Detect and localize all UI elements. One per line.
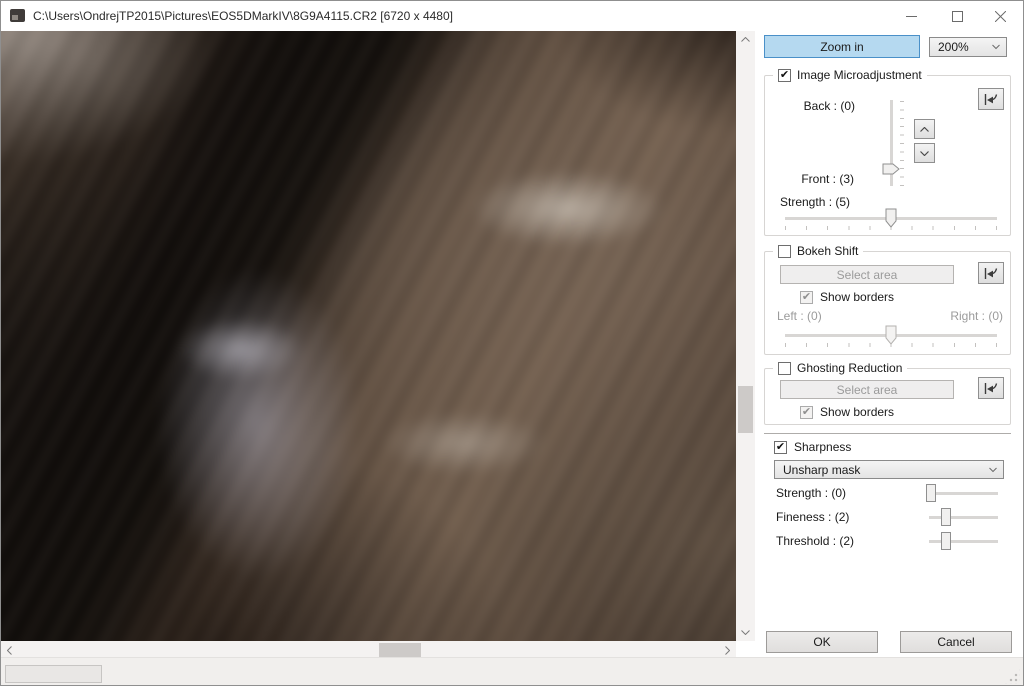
- sharpness-strength-slider[interactable]: [929, 492, 998, 495]
- ghosting-reduction-checkbox[interactable]: [778, 362, 791, 375]
- ghosting-reduction-group: Ghosting Reduction Select area ✔ Show bo…: [764, 368, 1011, 425]
- image-microadjustment-group: ✔ Image Microadjustment Back : (0): [764, 75, 1011, 236]
- sharpness-checkbox[interactable]: ✔: [774, 441, 787, 454]
- zoom-in-label: Zoom in: [820, 40, 863, 54]
- bokeh-show-borders-checkbox[interactable]: ✔: [800, 291, 813, 304]
- horizontal-scroll-thumb[interactable]: [379, 643, 421, 657]
- bokeh-left-label: Left : (0): [777, 309, 822, 323]
- back-value-label: Back : (0): [765, 99, 855, 113]
- microadjustment-reset-button[interactable]: [978, 88, 1004, 110]
- chevron-down-icon: [992, 45, 1000, 50]
- front-value-label: Front : (3): [765, 172, 854, 186]
- chevron-down-icon: [741, 630, 750, 635]
- vertical-scrollbar[interactable]: [736, 31, 755, 641]
- window-title: C:\Users\OndrejTP2015\Pictures\EOS5DMark…: [33, 9, 453, 23]
- ghosting-reduction-label: Ghosting Reduction: [797, 361, 902, 375]
- scroll-up-button[interactable]: [736, 31, 755, 48]
- image-microadjustment-checkbox[interactable]: ✔: [778, 69, 791, 82]
- status-bar: [1, 657, 1023, 686]
- sharpness-threshold-thumb[interactable]: [941, 532, 951, 550]
- chevron-right-icon: [725, 646, 730, 655]
- maximize-button[interactable]: [940, 1, 974, 31]
- adjust-down-button[interactable]: [914, 143, 935, 163]
- photo-bark-texture: [1, 31, 736, 641]
- zoom-level-select[interactable]: 200%: [929, 37, 1007, 57]
- image-preview[interactable]: [1, 31, 736, 641]
- sharpness-method-select[interactable]: Unsharp mask: [774, 460, 1004, 479]
- bokeh-reset-button[interactable]: [978, 262, 1004, 284]
- minimize-button[interactable]: [894, 1, 928, 31]
- ghosting-show-borders-checkbox[interactable]: ✔: [800, 406, 813, 419]
- sharpness-strength-label: Strength : (0): [776, 486, 846, 500]
- select-area-label: Select area: [837, 268, 898, 282]
- sharpness-strength-thumb[interactable]: [926, 484, 936, 502]
- sharpness-fineness-slider[interactable]: [929, 516, 998, 519]
- ghosting-show-borders-label: Show borders: [820, 405, 894, 419]
- app-icon: [10, 9, 25, 22]
- bokeh-shift-label: Bokeh Shift: [797, 244, 858, 258]
- progress-indicator: [5, 665, 102, 683]
- close-icon: [995, 11, 1006, 22]
- zoom-level-value: 200%: [938, 40, 969, 54]
- cancel-label: Cancel: [937, 635, 974, 649]
- ghosting-select-area-button[interactable]: Select area: [780, 380, 954, 399]
- vertical-scroll-thumb[interactable]: [738, 386, 753, 433]
- sharpness-fineness-label: Fineness : (2): [776, 510, 849, 524]
- titlebar: C:\Users\OndrejTP2015\Pictures\EOS5DMark…: [1, 1, 1023, 31]
- zoom-in-button[interactable]: Zoom in: [764, 35, 920, 58]
- ok-button[interactable]: OK: [766, 631, 878, 653]
- close-button[interactable]: [983, 1, 1017, 31]
- adjustment-panel: Zoom in 200% ✔ Image Microadjustment Bac…: [755, 31, 1024, 657]
- sharpness-label: Sharpness: [794, 440, 851, 454]
- front-back-slider-ticks: [900, 101, 904, 186]
- microadjustment-strength-thumb[interactable]: [885, 208, 897, 228]
- bokeh-shift-thumb[interactable]: [885, 325, 897, 345]
- chevron-down-icon: [920, 151, 929, 156]
- bokeh-shift-checkbox[interactable]: [778, 245, 791, 258]
- chevron-left-icon: [7, 646, 12, 655]
- reset-icon: [983, 93, 999, 106]
- section-divider: [764, 433, 1011, 434]
- chevron-up-icon: [741, 37, 750, 42]
- select-area-label: Select area: [837, 383, 898, 397]
- ghosting-reset-button[interactable]: [978, 377, 1004, 399]
- front-back-slider-thumb[interactable]: [882, 163, 900, 175]
- bokeh-show-borders-label: Show borders: [820, 290, 894, 304]
- dual-pixel-raw-optimizer-window: C:\Users\OndrejTP2015\Pictures\EOS5DMark…: [0, 0, 1024, 686]
- image-microadjustment-label: Image Microadjustment: [797, 68, 922, 82]
- sharpness-method-value: Unsharp mask: [783, 463, 860, 477]
- ok-label: OK: [813, 635, 830, 649]
- reset-icon: [983, 382, 999, 395]
- bokeh-right-label: Right : (0): [950, 309, 1003, 323]
- sharpness-threshold-slider[interactable]: [929, 540, 998, 543]
- maximize-icon: [952, 11, 963, 22]
- resize-grip[interactable]: [1004, 668, 1020, 684]
- cancel-button[interactable]: Cancel: [900, 631, 1012, 653]
- chevron-up-icon: [920, 127, 929, 132]
- scroll-down-button[interactable]: [736, 624, 755, 641]
- sharpness-fineness-thumb[interactable]: [941, 508, 951, 526]
- bokeh-select-area-button[interactable]: Select area: [780, 265, 954, 284]
- minimize-icon: [906, 11, 917, 22]
- chevron-down-icon: [989, 467, 997, 472]
- sharpness-threshold-label: Threshold : (2): [776, 534, 854, 548]
- bokeh-shift-group: Bokeh Shift Select area ✔ Show borders L…: [764, 251, 1011, 355]
- strength-value-label: Strength : (5): [780, 195, 850, 209]
- reset-icon: [983, 267, 999, 280]
- adjust-up-button[interactable]: [914, 119, 935, 139]
